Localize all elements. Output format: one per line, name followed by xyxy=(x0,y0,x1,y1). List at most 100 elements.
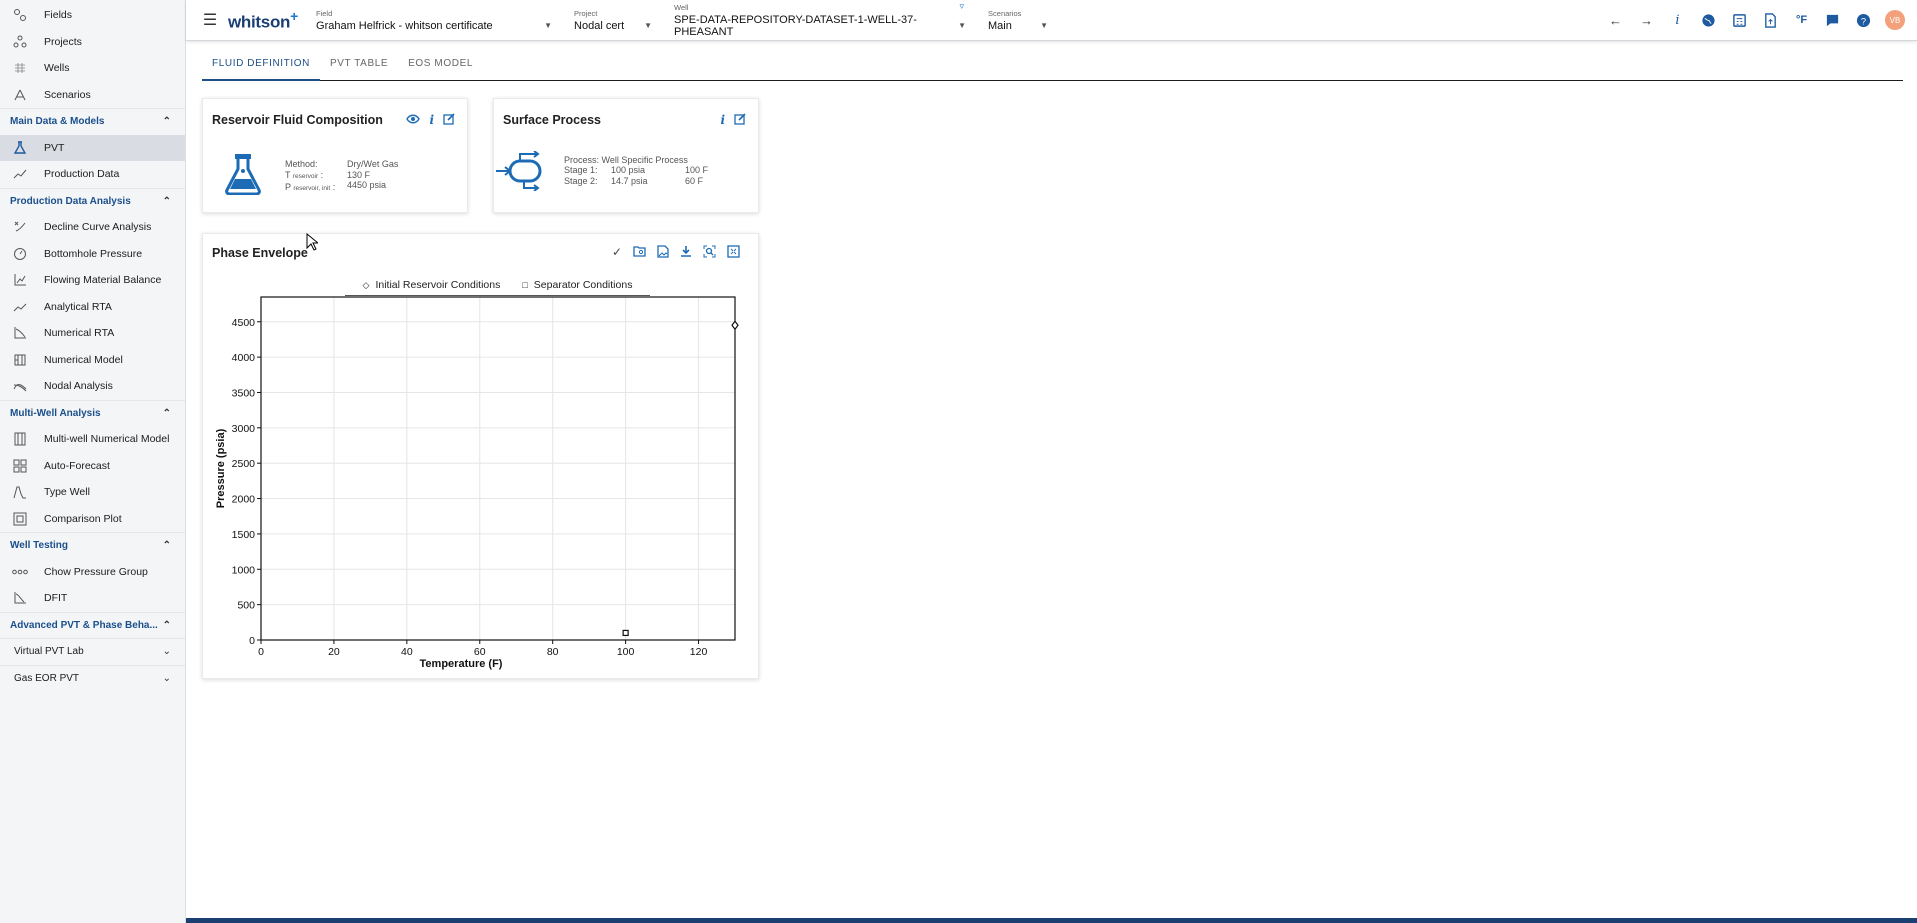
check-icon[interactable]: ✓ xyxy=(612,245,622,261)
image-icon[interactable] xyxy=(657,245,669,261)
info-icon[interactable]: i xyxy=(1668,11,1687,30)
project-select-value: Nodal cert xyxy=(574,19,625,32)
sidebar-item-production-data[interactable]: Production Data xyxy=(0,161,185,188)
phase-envelope-chart[interactable]: 0 20 40 60 80 100 120 0 500 1000 1500 2000 2500 3000 3… xyxy=(202,292,759,674)
sidebar-item-label: Projects xyxy=(44,35,82,48)
sidebar-item-flowing-material-balance[interactable]: Flowing Material Balance xyxy=(0,267,185,294)
sidebar-item-chow-pressure[interactable]: Chow Pressure Group xyxy=(0,559,185,586)
filter-icon[interactable]: ▿ xyxy=(959,1,964,12)
section-title: Main Data & Models xyxy=(10,116,105,128)
wells-icon xyxy=(12,60,28,76)
well-select[interactable]: Well ▿ SPE-DATA-REPOSITORY-DATASET-1-WEL… xyxy=(674,1,966,38)
y-tick-label: 3000 xyxy=(232,423,256,435)
section-multi-well[interactable]: Multi-Well Analysis ⌃ xyxy=(0,399,185,427)
chevron-down-icon: ⌄ xyxy=(162,672,171,684)
collapse-gas-eor-pvt[interactable]: Gas EOR PVT ⌄ xyxy=(0,664,185,692)
surface-process-card: Surface Process i Process: Well Specific… xyxy=(493,98,759,213)
square-marker-icon: □ xyxy=(522,279,528,290)
collapse-label: Virtual PVT Lab xyxy=(14,646,84,658)
section-advanced-pvt[interactable]: Advanced PVT & Phase Beha... ⌃ xyxy=(0,611,185,639)
chevron-down-icon: ▼ xyxy=(644,21,653,30)
collapse-label: Gas EOR PVT xyxy=(14,672,80,684)
zoom-icon[interactable] xyxy=(703,245,716,261)
multiwell-icon xyxy=(12,431,28,447)
sidebar-item-label: Chow Pressure Group xyxy=(44,565,148,578)
section-main-data[interactable]: Main Data & Models ⌃ xyxy=(0,108,185,135)
sidebar-item-label: Multi-well Numerical Model xyxy=(44,433,170,446)
field-select[interactable]: Field Graham Helfrick - whitson certific… xyxy=(316,9,552,32)
process-label: Process: xyxy=(564,155,600,165)
sidebar-item-numerical-model[interactable]: Numerical Model xyxy=(0,347,185,374)
sidebar-item-auto-forecast[interactable]: Auto-Forecast xyxy=(0,453,185,480)
section-well-testing[interactable]: Well Testing ⌃ xyxy=(0,532,185,559)
y-tick-label: 3500 xyxy=(232,387,256,399)
scenario-select[interactable]: Scenarios Main ▼ xyxy=(988,9,1048,32)
section-title: Production Data Analysis xyxy=(10,195,131,207)
sidebar-item-pvt[interactable]: PVT xyxy=(0,134,185,161)
tab-eos-model[interactable]: EOS MODEL xyxy=(398,52,483,81)
chevron-down-icon: ▼ xyxy=(544,21,553,30)
typewell-icon xyxy=(12,484,28,500)
scenario-select-value: Main xyxy=(988,19,1012,32)
stage1-label: Stage 1: xyxy=(564,165,598,175)
sidebar-item-projects[interactable]: Projects xyxy=(0,29,185,56)
chevron-up-icon: ⌃ xyxy=(162,619,171,631)
folder-icon[interactable] xyxy=(633,245,646,261)
menu-icon[interactable]: ☰ xyxy=(192,10,228,30)
eye-icon[interactable] xyxy=(406,113,421,128)
globe-icon[interactable] xyxy=(1699,11,1718,30)
arrow-right-icon[interactable]: → xyxy=(1637,11,1656,30)
num-rta-icon xyxy=(12,325,28,341)
sidebar-item-multiwell-numerical[interactable]: Multi-well Numerical Model xyxy=(0,426,185,453)
legend-item-separator[interactable]: □ Separator Conditions xyxy=(522,279,632,291)
sidebar-item-label: Type Well xyxy=(44,486,90,499)
tab-fluid-definition[interactable]: FLUID DEFINITION xyxy=(202,52,320,81)
x-tick-label: 120 xyxy=(690,646,708,658)
stage1-pressure: 100 psia xyxy=(611,165,646,175)
calculator-icon[interactable] xyxy=(1730,11,1749,30)
sidebar-item-comparison-plot[interactable]: Comparison Plot xyxy=(0,506,185,533)
units-toggle[interactable]: °F xyxy=(1792,11,1811,30)
feedback-icon[interactable] xyxy=(1823,11,1842,30)
sidebar-item-dfit[interactable]: DFIT xyxy=(0,585,185,612)
sidebar-item-analytical-rta[interactable]: Analytical RTA xyxy=(0,294,185,321)
sidebar-item-label: Wells xyxy=(44,62,70,75)
sidebar-item-wells[interactable]: Wells xyxy=(0,55,185,82)
tab-bar: FLUID DEFINITION PVT TABLE EOS MODEL xyxy=(202,52,1903,81)
sidebar-item-type-well[interactable]: Type Well xyxy=(0,479,185,506)
well-select-label: Well xyxy=(674,2,689,12)
tab-pvt-table[interactable]: PVT TABLE xyxy=(320,52,398,81)
x-tick-label: 20 xyxy=(328,646,340,658)
sidebar-item-nodal-analysis[interactable]: Nodal Analysis xyxy=(0,373,185,400)
sidebar-item-scenarios[interactable]: Scenarios xyxy=(0,82,185,109)
edit-icon[interactable] xyxy=(443,113,455,128)
stage-labels: Stage 1: Stage 2: xyxy=(564,165,598,186)
sidebar-item-decline-curve[interactable]: Decline Curve Analysis xyxy=(0,214,185,241)
reservoir-fluid-card: Reservoir Fluid Composition i Method: T … xyxy=(202,98,468,213)
edit-icon[interactable] xyxy=(734,113,746,128)
info-icon[interactable]: i xyxy=(720,113,725,128)
flask-icon xyxy=(12,140,28,156)
fit-view-icon[interactable] xyxy=(727,245,740,261)
help-icon[interactable]: ? xyxy=(1854,11,1873,30)
sidebar-item-numerical-rta[interactable]: Numerical RTA xyxy=(0,320,185,347)
section-title: Multi-Well Analysis xyxy=(10,407,101,419)
file-upload-icon[interactable] xyxy=(1761,11,1780,30)
x-tick-label: 40 xyxy=(401,646,413,658)
gauge-icon xyxy=(12,246,28,262)
top-toolbar: ← → i °F ? VB xyxy=(1606,10,1917,30)
download-icon[interactable] xyxy=(680,245,692,261)
collapse-virtual-pvt-lab[interactable]: Virtual PVT Lab ⌄ xyxy=(0,638,185,665)
project-select[interactable]: Project Nodal cert ▼ xyxy=(574,9,652,32)
sidebar-item-bottomhole-pressure[interactable]: Bottomhole Pressure xyxy=(0,241,185,268)
sidebar-item-fields[interactable]: Fields xyxy=(0,2,185,29)
sidebar: Fields Projects Wells Scenarios Main Dat… xyxy=(0,0,186,923)
x-axis-label: Temperature (F) xyxy=(420,658,503,670)
avatar[interactable]: VB xyxy=(1885,10,1905,30)
fmb-icon xyxy=(12,272,28,288)
arrow-left-icon[interactable]: ← xyxy=(1606,11,1625,30)
info-icon[interactable]: i xyxy=(429,113,434,128)
section-title: Advanced PVT & Phase Beha... xyxy=(10,619,158,631)
legend-item-initial[interactable]: ◇ Initial Reservoir Conditions xyxy=(363,279,501,291)
section-production-analysis[interactable]: Production Data Analysis ⌃ xyxy=(0,187,185,215)
